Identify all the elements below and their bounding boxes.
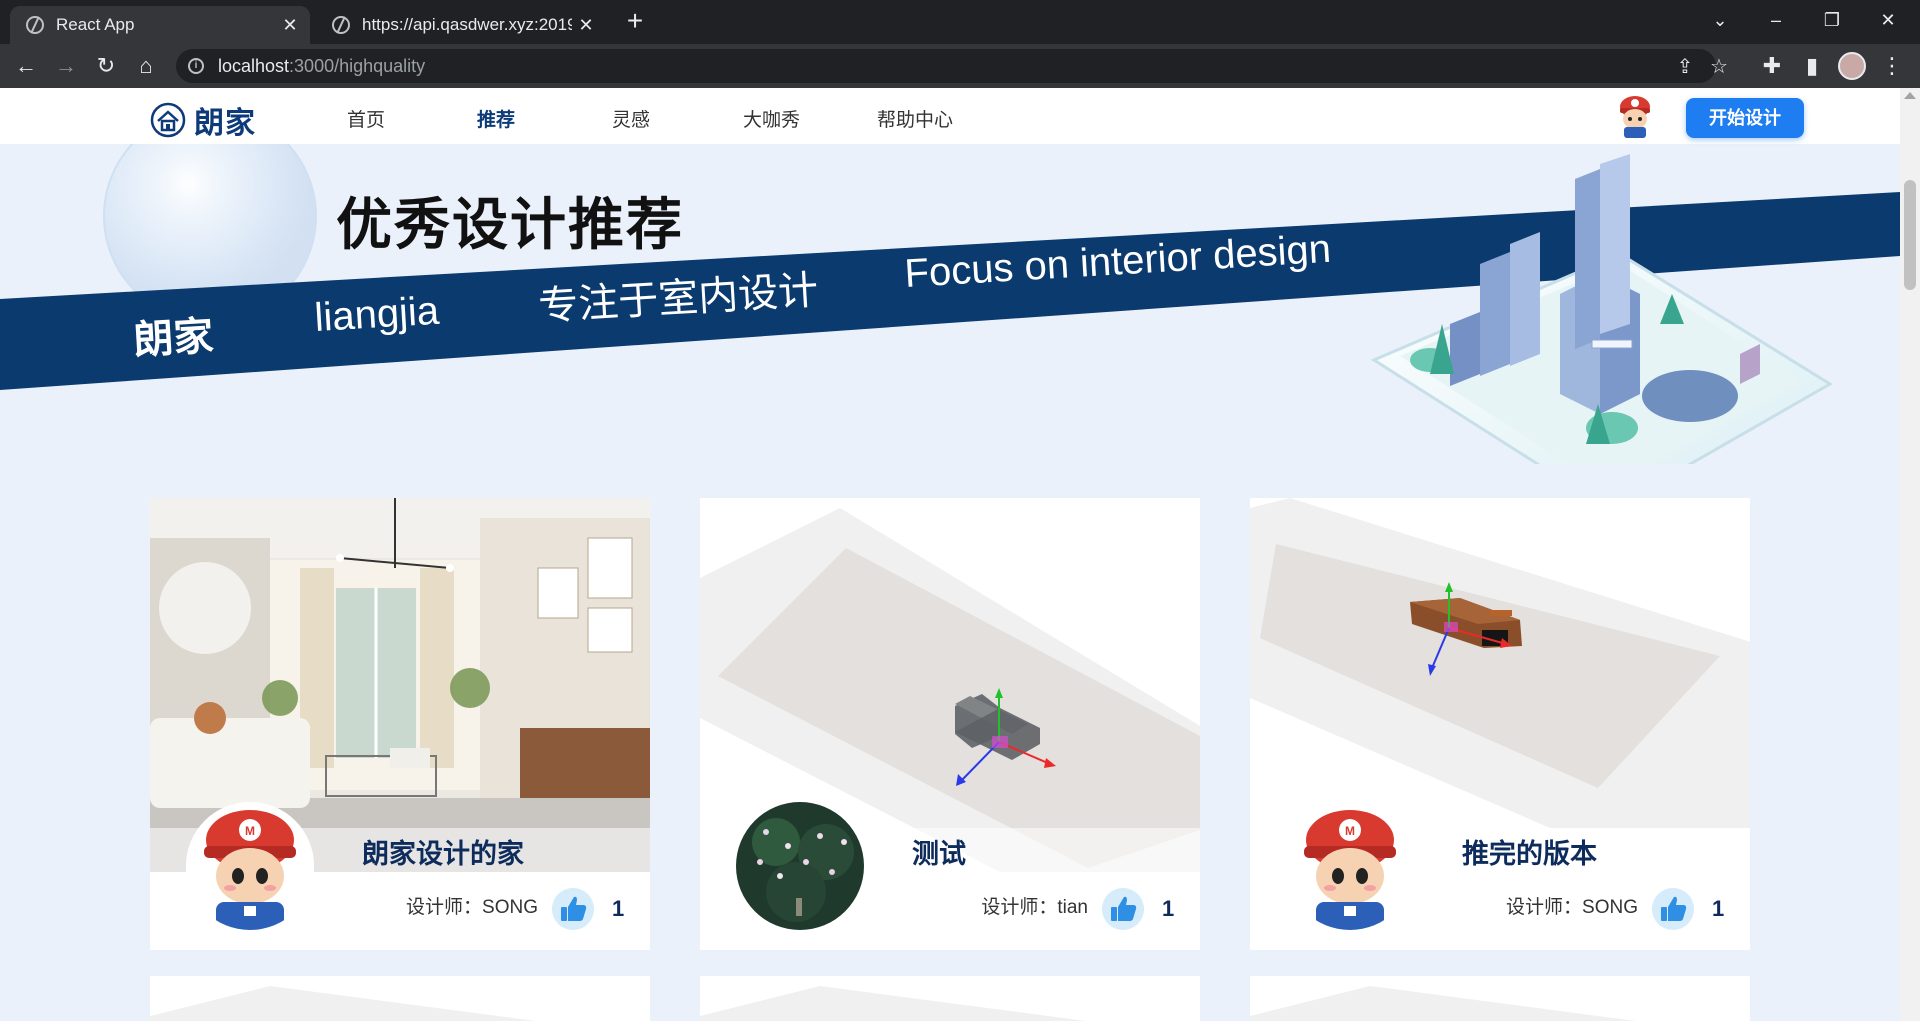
svg-text:M: M <box>245 824 255 838</box>
design-card-partial[interactable] <box>1250 976 1750 1021</box>
thumbs-up-icon[interactable] <box>1652 888 1694 930</box>
forward-icon[interactable]: → <box>50 50 82 82</box>
like-count: 1 <box>1712 896 1725 921</box>
designer-name: 设计师：SONG <box>1506 897 1638 918</box>
share-icon[interactable]: ⇪ <box>1670 49 1700 83</box>
logo-text: 朗家 <box>194 107 256 140</box>
back-icon[interactable]: ← <box>10 50 42 82</box>
profile-avatar[interactable] <box>1838 52 1866 80</box>
globe-icon <box>26 16 44 34</box>
close-icon[interactable]: ✕ <box>572 15 600 36</box>
new-tab-button[interactable]: + <box>620 6 650 36</box>
card-title[interactable]: 推完的版本 <box>1462 832 1597 871</box>
info-icon[interactable]: i <box>188 58 204 74</box>
browser-chrome: React App ✕ https://api.qasdwer.xyz:2019… <box>0 0 1920 88</box>
bookmark-star-icon[interactable]: ☆ <box>1704 49 1734 83</box>
page-viewport: 朗家 首页 推荐 灵感 大咖秀 帮助中心 开始设计 优秀设计推荐 朗家 lian… <box>0 88 1900 1021</box>
thumbs-up-icon[interactable] <box>1102 888 1144 930</box>
extensions-icon[interactable]: ✚ <box>1756 50 1788 82</box>
design-card-partial[interactable] <box>700 976 1200 1021</box>
designer-avatar[interactable]: M <box>1286 802 1414 930</box>
design-card[interactable]: M 推完的版本 设计师：SONG 1 <box>1250 498 1750 950</box>
card-image-partial <box>1250 986 1636 1021</box>
tab-title: https://api.qasdwer.xyz:2019/g <box>362 15 572 34</box>
site-navbar: 朗家 首页 推荐 灵感 大咖秀 帮助中心 开始设计 <box>0 88 1900 144</box>
side-panel-icon[interactable]: ▮ <box>1796 50 1828 82</box>
minimize-button[interactable]: – <box>1748 0 1804 40</box>
nav-showcase[interactable]: 大咖秀 <box>743 105 800 132</box>
start-design-button[interactable]: 开始设计 <box>1686 98 1804 138</box>
house-logo-icon <box>150 102 186 138</box>
nav-recommend[interactable]: 推荐 <box>477 105 515 132</box>
close-window-button[interactable]: ✕ <box>1860 0 1916 40</box>
design-card-partial[interactable] <box>150 976 650 1021</box>
hero-banner: 优秀设计推荐 朗家 liangjia 专注于室内设计 Focus on inte… <box>0 144 1900 464</box>
address-bar[interactable]: i localhost:3000/highquality ⇪ ☆ <box>176 49 1728 83</box>
like-count: 1 <box>1162 896 1175 921</box>
banner-title: 优秀设计推荐 <box>336 193 684 256</box>
tab-title: React App <box>56 15 135 34</box>
browser-tab-active[interactable]: React App ✕ <box>10 6 310 44</box>
nav-home[interactable]: 首页 <box>347 105 385 132</box>
designer-avatar[interactable] <box>736 802 864 930</box>
browser-toolbar: ← → ↻ ⌂ i localhost:3000/highquality ⇪ ☆… <box>0 44 1920 88</box>
thumbs-up-icon[interactable] <box>552 888 594 930</box>
design-card[interactable]: M 朗家设计的家 设计师：SONG 1 <box>150 498 650 950</box>
card-title[interactable]: 测试 <box>912 832 966 871</box>
scroll-up-arrow-icon[interactable] <box>1904 92 1916 99</box>
home-icon[interactable]: ⌂ <box>130 50 162 82</box>
menu-icon[interactable]: ⋮ <box>1876 50 1908 82</box>
restore-button[interactable]: ❐ <box>1804 0 1860 40</box>
url-text: localhost:3000/highquality <box>218 55 426 76</box>
nav-inspiration[interactable]: 灵感 <box>612 105 650 132</box>
scrollbar-thumb[interactable] <box>1904 180 1916 290</box>
user-avatar[interactable] <box>1614 94 1656 138</box>
design-card[interactable]: 测试 设计师：tian 1 <box>700 498 1200 950</box>
page-scrollbar[interactable] <box>1900 88 1920 1021</box>
browser-tab[interactable]: https://api.qasdwer.xyz:2019/g ✕ <box>316 6 606 44</box>
designer-name: 设计师：SONG <box>406 897 538 918</box>
like-count: 1 <box>612 896 625 921</box>
designer-name: 设计师：tian <box>981 897 1088 918</box>
stripe-text-pinyin: liangjia <box>313 288 441 341</box>
tab-search-icon[interactable]: ⌄ <box>1692 0 1748 40</box>
designer-avatar[interactable]: M <box>186 802 314 930</box>
tab-strip: React App ✕ https://api.qasdwer.xyz:2019… <box>0 0 1920 44</box>
card-image-partial <box>150 986 536 1021</box>
nav-help[interactable]: 帮助中心 <box>877 105 953 132</box>
close-icon[interactable]: ✕ <box>276 15 304 36</box>
stripe-text-brand: 朗家 <box>132 314 215 364</box>
reload-icon[interactable]: ↻ <box>90 50 122 82</box>
card-image-partial <box>700 986 1086 1021</box>
svg-text:M: M <box>1345 824 1355 838</box>
banner-graphic <box>0 144 1900 464</box>
globe-icon <box>332 16 350 34</box>
card-title[interactable]: 朗家设计的家 <box>362 832 524 871</box>
site-logo[interactable]: 朗家 <box>150 98 256 142</box>
